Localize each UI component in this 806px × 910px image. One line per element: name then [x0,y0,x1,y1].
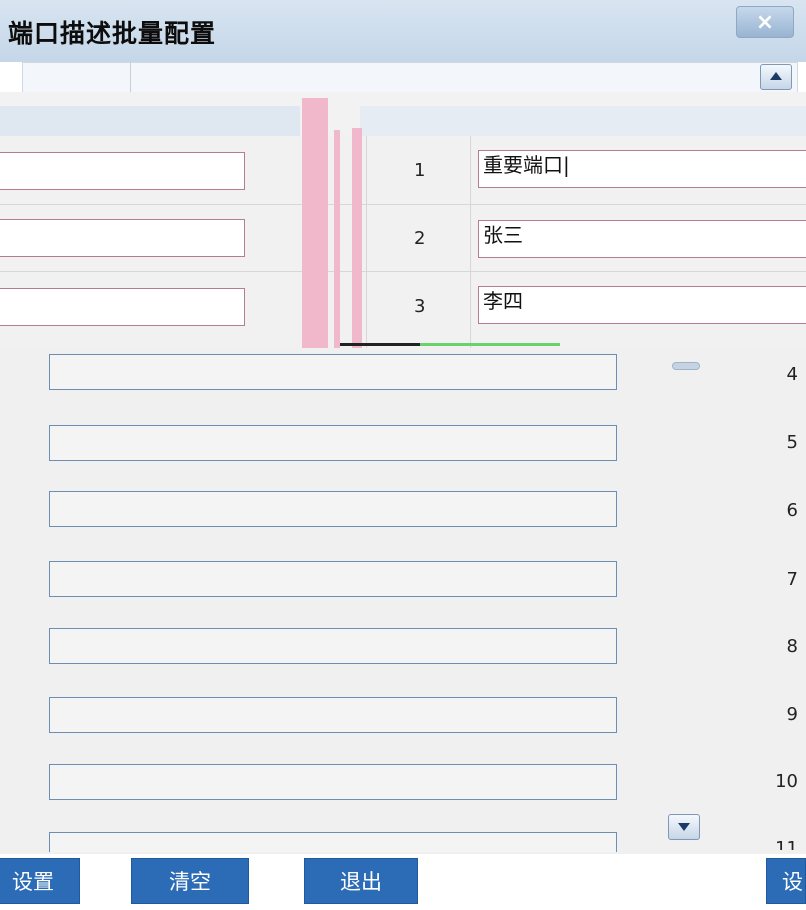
description-input[interactable] [49,628,617,664]
description-input[interactable]: 重要端口| [478,150,806,188]
scroll-up-button[interactable] [760,64,792,90]
header-divider [130,62,131,92]
row-index: 1 [414,160,426,181]
description-input[interactable] [49,561,617,597]
pink-artifact [334,130,340,348]
row-index: 10 [775,771,798,792]
description-value: 李四 [483,289,523,313]
ghost-input-field[interactable] [0,288,245,326]
close-icon: × [755,10,775,35]
column-divider [366,136,367,348]
description-input[interactable] [49,832,617,852]
description-input[interactable] [49,425,617,461]
ghost-input-field[interactable] [0,152,245,190]
scroll-thumb[interactable] [672,362,700,370]
row-index: 7 [786,569,798,590]
row-index: 4 [786,364,798,385]
set-button[interactable]: 设置 [0,858,80,904]
chevron-down-icon [678,823,690,831]
row-divider [0,271,806,272]
row-index: 6 [786,500,798,521]
row-index: 11 [775,838,798,850]
row-index: 8 [786,636,798,657]
row-index: 3 [414,296,426,317]
description-value: 张三 [483,223,523,247]
vertical-scrollbar[interactable] [666,348,702,840]
row-index: 9 [786,704,798,725]
column-divider [470,136,471,348]
header-band-left [0,106,300,136]
scroll-thumb-artifact [302,98,328,348]
description-input[interactable] [49,697,617,733]
description-input[interactable] [49,354,617,390]
table-header [22,62,798,92]
header-band-right [360,106,806,136]
scroll-down-button[interactable] [668,814,700,840]
clear-button[interactable]: 清空 [131,858,249,904]
row-divider [0,204,806,205]
description-input[interactable] [49,764,617,800]
row-index: 2 [414,228,426,249]
exit-button[interactable]: 退出 [304,858,418,904]
chevron-up-icon [770,72,782,80]
pink-artifact [352,128,362,348]
description-value: 重要端口| [483,153,570,177]
row-index: 5 [786,432,798,453]
glitch-line [420,343,560,346]
set-button-right[interactable]: 设 [766,858,806,904]
close-button[interactable]: × [736,6,794,38]
ghost-input-field[interactable] [0,219,245,257]
description-input[interactable] [49,491,617,527]
glitch-line [340,343,420,346]
description-input[interactable]: 张三 [478,220,806,258]
description-input[interactable]: 李四 [478,286,806,324]
dialog-title: 端口描述批量配置 [8,19,217,48]
